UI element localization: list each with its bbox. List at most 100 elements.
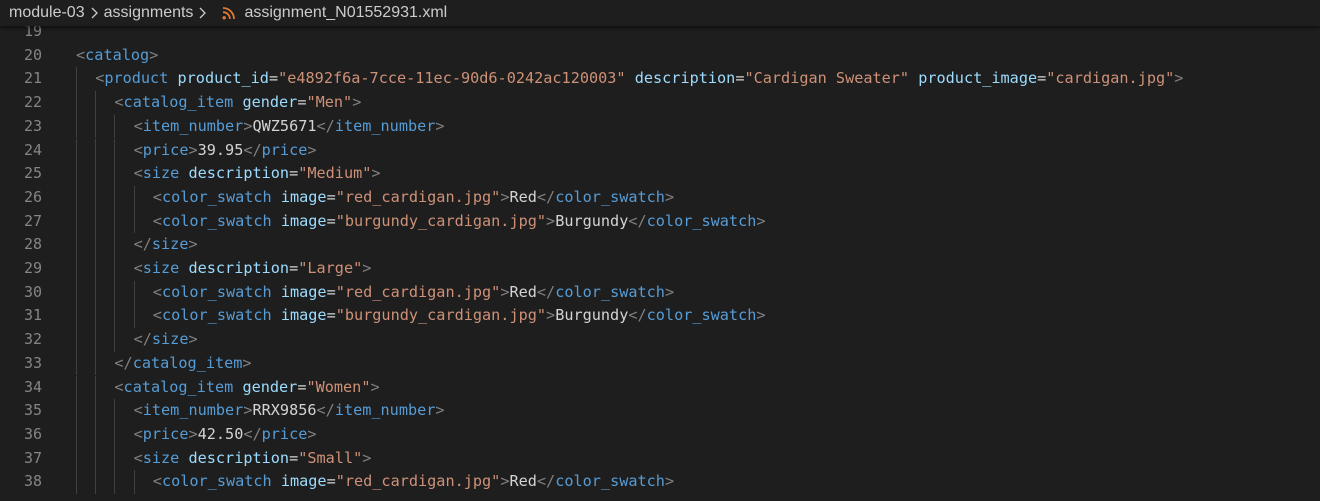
line-number: 22	[23, 93, 42, 112]
line-number: 21	[23, 69, 42, 88]
token-pun: <	[95, 69, 105, 88]
token-pun: >	[307, 424, 317, 443]
token-val: "e4892f6a-7cce-11ec-90d6-0242ac120003"	[278, 69, 626, 88]
token-pun: </	[628, 211, 647, 230]
token-eq: =	[326, 472, 336, 491]
indent-guide	[76, 470, 77, 494]
indent-guide	[76, 209, 77, 234]
indent-guide	[76, 280, 77, 305]
code-line[interactable]: 37 <size description="Small">	[0, 447, 1320, 471]
indent-guide	[76, 422, 77, 447]
indent-guide	[76, 162, 77, 186]
code-text: <price>42.50</price>	[134, 423, 317, 447]
indent-guide	[95, 304, 97, 329]
code-line[interactable]: 32 </size>	[0, 328, 1320, 352]
code-text: <size description="Small">	[134, 447, 372, 471]
code-text: </size>	[134, 328, 198, 352]
code-line[interactable]: 36 <price>42.50</price>	[0, 423, 1320, 447]
line-number: 34	[23, 377, 42, 396]
token-pun: <	[152, 187, 162, 206]
breadcrumb-item-file[interactable]: assignment_N01552931.xml	[244, 0, 447, 26]
token-pun: >	[307, 140, 317, 159]
token-tag: color_swatch	[161, 282, 272, 301]
token-eq: =	[289, 259, 299, 277]
indent-guide	[76, 351, 77, 376]
token-pun: >	[756, 211, 766, 230]
token-tag: item_number	[334, 116, 436, 135]
token-pun: >	[188, 330, 198, 349]
code-line[interactable]: 24 <price>39.95</price>	[0, 139, 1320, 163]
token-text: Burgundy	[555, 306, 629, 325]
token-pun: >	[188, 424, 198, 443]
code-line[interactable]: 38 <color_swatch image="red_cardigan.jpg"…	[0, 470, 1320, 494]
line-number: 28	[23, 235, 42, 254]
token-pun: >	[756, 306, 766, 325]
token-tag: item_number	[334, 401, 436, 420]
code-line[interactable]: 29 <size description="Large">	[0, 257, 1320, 281]
token-val: "burgundy_cardigan.jpg"	[335, 306, 547, 325]
code-line[interactable]: 22 <catalog_item gender="Men">	[0, 91, 1320, 115]
code-line[interactable]: 21 <product product_id="e4892f6a-7cce-11e…	[0, 67, 1320, 91]
code-line[interactable]: 27 <color_swatch image="burgundy_cardigan…	[0, 210, 1320, 234]
token-tag: catalog_item	[123, 377, 234, 396]
token-pun: </	[536, 472, 556, 491]
code-editor[interactable]: 19 20 <catalog> 21 <product product_id="e489…	[0, 26, 1320, 501]
indent-guide	[95, 185, 97, 210]
token-val: "Women"	[306, 377, 371, 396]
token-tag: color_swatch	[646, 306, 757, 325]
code-text: </size>	[134, 233, 198, 257]
token-pun: >	[188, 235, 198, 254]
code-line[interactable]: 34 <catalog_item gender="Women">	[0, 376, 1320, 400]
code-line[interactable]: 30 <color_swatch image="red_cardigan.jpg"…	[0, 281, 1320, 305]
breadcrumb-item-folder[interactable]: assignments	[104, 0, 194, 26]
token-pun: >	[371, 164, 381, 183]
token-tag: color_swatch	[161, 211, 272, 230]
indent-guide	[95, 280, 97, 305]
token-val: "burgundy_cardigan.jpg"	[335, 211, 547, 230]
token-tag: color_swatch	[555, 472, 665, 491]
code-line[interactable]: 25 <size description="Medium">	[0, 162, 1320, 186]
token-attr: description	[188, 259, 290, 277]
token-val: "cardigan.jpg"	[1046, 69, 1175, 88]
code-text: <catalog>	[76, 44, 158, 68]
token-eq: =	[326, 306, 336, 325]
code-text: <catalog_item gender="Men">	[114, 91, 361, 115]
code-line[interactable]: 33 </catalog_item>	[0, 352, 1320, 376]
token-text: Red	[509, 187, 537, 206]
line-number: 19	[23, 26, 42, 40]
breadcrumb-item-module[interactable]: module-03	[9, 0, 85, 26]
code-text: </catalog_item>	[114, 352, 251, 376]
code-line[interactable]: 31 <color_swatch image="burgundy_cardigan…	[0, 304, 1320, 328]
code-line[interactable]: 28 </size>	[0, 233, 1320, 257]
line-number: 38	[23, 472, 42, 491]
indent-guide	[95, 375, 97, 400]
indent-guide	[76, 91, 77, 115]
token-text: 39.95	[197, 140, 244, 159]
token-pun: >	[362, 259, 372, 277]
code-line[interactable]: 20 <catalog>	[0, 44, 1320, 68]
code-line[interactable]: 35 <item_number>RRX9856</item_number>	[0, 399, 1320, 423]
token-eq: =	[289, 448, 299, 467]
token-val: "Small"	[298, 448, 363, 467]
token-attr: gender	[242, 93, 298, 112]
code-line[interactable]: 19	[0, 26, 1320, 44]
indent-guide	[95, 257, 97, 281]
code-line[interactable]: 23 <item_number>QWZ5671</item_number>	[0, 115, 1320, 139]
line-number: 27	[23, 211, 42, 230]
indent-guide	[114, 233, 116, 257]
token-tag: color_swatch	[161, 306, 272, 325]
line-number: 35	[23, 401, 42, 420]
indent-guide	[76, 375, 77, 400]
rss-feed-icon	[220, 6, 236, 20]
indent-guide	[95, 446, 97, 471]
indent-guide	[95, 209, 97, 234]
indent-guide	[114, 280, 116, 305]
indent-guide	[114, 257, 116, 281]
indent-guide	[76, 67, 77, 92]
code-line[interactable]: 26 <color_swatch image="red_cardigan.jpg"…	[0, 186, 1320, 210]
editor-window: module-03 assignments assignment_N015529…	[0, 0, 1320, 501]
token-text: Burgundy	[555, 211, 629, 230]
indent-guide	[114, 399, 116, 423]
